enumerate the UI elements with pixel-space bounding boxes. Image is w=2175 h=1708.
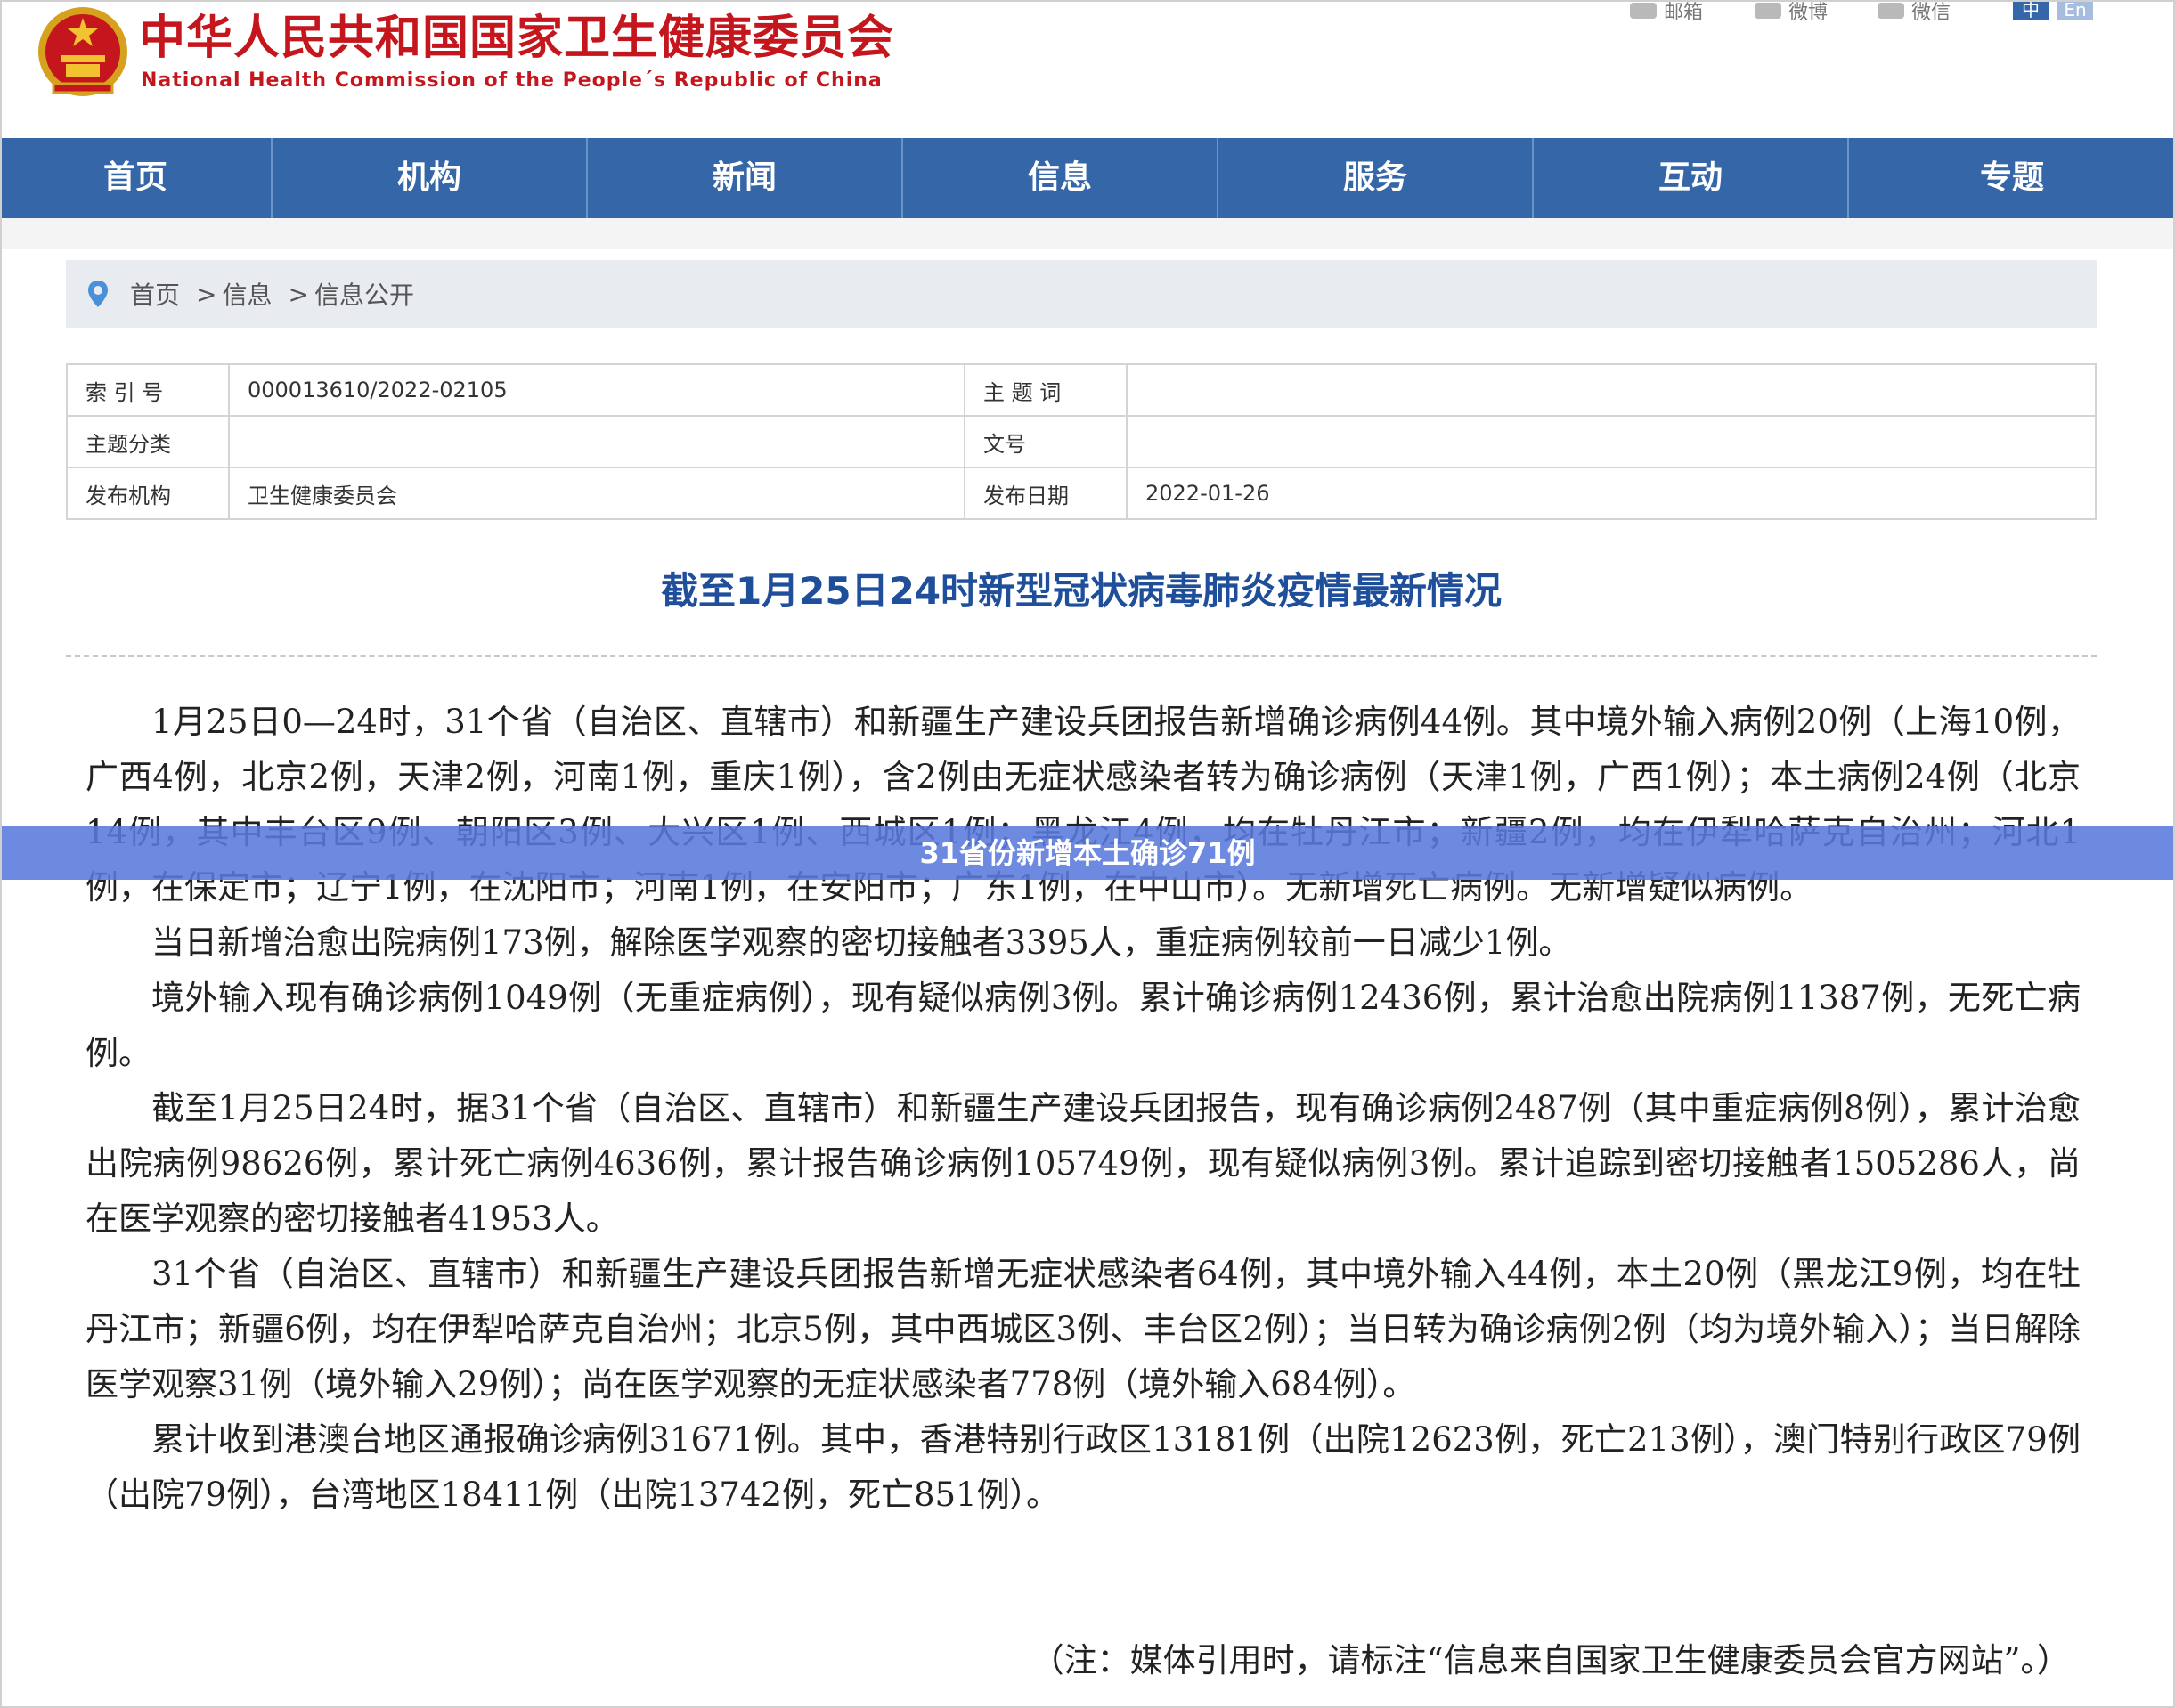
- date-label: 发布日期: [964, 467, 1128, 520]
- title-divider: [66, 655, 2097, 657]
- keywords-label: 主 题 词: [964, 363, 1128, 417]
- share-wechat-link[interactable]: 微信: [1878, 0, 1951, 24]
- article-body: 1月25日0—24时，31个省（自治区、直辖市）和新疆生产建设兵团报告新增确诊病…: [86, 695, 2081, 1523]
- headline-banner: 31省份新增本土确诊71例: [0, 826, 2175, 880]
- category-label: 主题分类: [66, 415, 230, 468]
- wechat-icon: [1878, 3, 1904, 19]
- document-meta-table: 索 引 号 000013610/2022-02105 主 题 词 主题分类 文号…: [66, 363, 2097, 520]
- article-paragraph: 当日新增治愈出院病例173例，解除医学观察的密切接触者3395人，重症病例较前一…: [151, 923, 1572, 962]
- breadcrumb: 首页 > 信息 > 信息公开: [66, 260, 2097, 328]
- article-paragraph: 1月25日0—24时，31个省（自治区、直辖市）和新疆生产建设兵团报告新增确诊病…: [86, 703, 2081, 907]
- media-citation-note: （注：媒体引用时，请标注“信息来自国家卫生健康委员会官方网站”。）: [1030, 1641, 2070, 1680]
- publisher-value: 卫生健康委员会: [228, 467, 965, 520]
- location-pin-icon: [88, 281, 108, 307]
- table-row: 发布机构 卫生健康委员会 发布日期 2022-01-26: [66, 467, 2097, 520]
- site-title: 中华人民共和国国家卫生健康委员会: [139, 11, 895, 65]
- doc-no-label: 文号: [964, 415, 1128, 468]
- article-paragraph: 累计收到港澳台地区通报确诊病例31671例。其中，香港特别行政区13181例（出…: [86, 1420, 2081, 1514]
- nav-item-organization[interactable]: 机构: [273, 138, 588, 218]
- weibo-icon: [1755, 3, 1781, 19]
- article-title: 截至1月25日24时新型冠状病毒肺炎疫情最新情况: [660, 569, 1503, 613]
- mail-icon: [1630, 3, 1657, 19]
- main-nav: 首页 机构 新闻 信息 服务 互动 专题: [0, 138, 2175, 218]
- site-header: 中华人民共和国国家卫生健康委员会 National Health Commiss…: [0, 0, 2175, 138]
- lang-en-button[interactable]: En: [2057, 0, 2093, 20]
- nav-item-services[interactable]: 服务: [1218, 138, 1534, 218]
- article-paragraph: 境外输入现有确诊病例1049例（无重症病例），现有疑似病例3例。累计确诊病例12…: [86, 979, 2081, 1072]
- nav-item-home[interactable]: 首页: [0, 138, 273, 218]
- category-value: [228, 415, 965, 468]
- index-label: 索 引 号: [66, 363, 230, 417]
- nav-item-information[interactable]: 信息: [903, 138, 1218, 218]
- breadcrumb-home[interactable]: 首页: [130, 276, 180, 312]
- lang-zh-button[interactable]: 中: [2013, 0, 2049, 20]
- national-emblem-icon: [38, 7, 127, 96]
- article-paragraph: 截至1月25日24时，据31个省（自治区、直辖市）和新疆生产建设兵团报告，现有确…: [86, 1089, 2081, 1238]
- nav-item-interaction[interactable]: 互动: [1534, 138, 1849, 218]
- doc-no-value: [1126, 415, 2097, 468]
- table-row: 主题分类 文号: [66, 415, 2097, 468]
- publisher-label: 发布机构: [66, 467, 230, 520]
- breadcrumb-information[interactable]: 信息: [222, 276, 272, 312]
- breadcrumb-separator: >: [196, 279, 217, 309]
- keywords-value: [1126, 363, 2097, 417]
- nav-item-topics[interactable]: 专题: [1849, 138, 2175, 218]
- breadcrumb-separator: >: [288, 279, 309, 309]
- article-paragraph: 31个省（自治区、直辖市）和新疆生产建设兵团报告新增无症状感染者64例，其中境外…: [86, 1255, 2081, 1403]
- share-weibo-link[interactable]: 微博: [1755, 0, 1828, 24]
- breadcrumb-disclosure[interactable]: 信息公开: [314, 276, 414, 312]
- date-value: 2022-01-26: [1126, 467, 2097, 520]
- table-row: 索 引 号 000013610/2022-02105 主 题 词: [66, 363, 2097, 417]
- site-subtitle: National Health Commission of the People…: [141, 69, 883, 92]
- index-value: 000013610/2022-02105: [228, 363, 965, 417]
- nav-item-news[interactable]: 新闻: [588, 138, 903, 218]
- share-mail-link[interactable]: 邮箱: [1630, 0, 1703, 24]
